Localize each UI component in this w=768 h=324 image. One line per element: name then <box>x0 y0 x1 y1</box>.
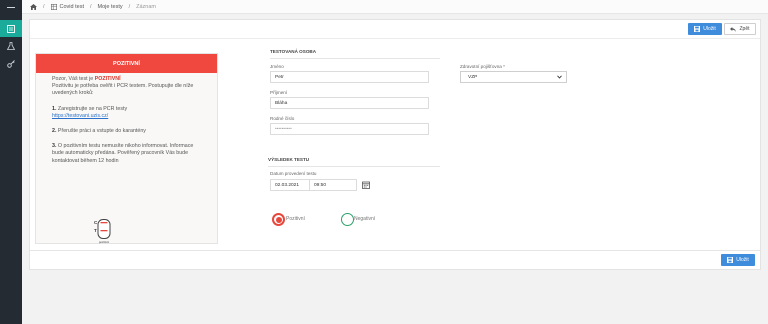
footer-divider <box>30 250 760 251</box>
save-button-top[interactable]: Uložit <box>688 23 722 35</box>
step-number: 2. <box>52 128 57 135</box>
breadcrumb-separator: / <box>43 3 45 10</box>
negative-radio[interactable] <box>341 213 354 226</box>
save-label: Uložit <box>703 26 716 32</box>
breadcrumb-item-covid-test[interactable]: Covid test <box>50 3 84 10</box>
chevron-down-icon <box>557 75 562 79</box>
pcr-registration-link[interactable]: https://testovani.uzis.cz/ <box>52 113 108 119</box>
insurance-label: Zdravotní pojišťovna * <box>460 64 505 69</box>
sidebar-item-tests[interactable] <box>0 37 22 54</box>
last-name-field[interactable]: Bláha <box>270 97 429 109</box>
insurance-value: VZP <box>468 74 478 80</box>
test-time-field[interactable]: 09:50 <box>309 179 357 191</box>
key-icon <box>7 59 15 68</box>
record-panel: Uložit Zpět POZITIVNÍ Pozor, Váš test je… <box>29 19 761 270</box>
minus-icon <box>7 7 15 8</box>
positive-result-info: POZITIVNÍ Pozor, Váš test je POZITIVNÍ P… <box>35 53 218 244</box>
test-date-field[interactable]: 02.03.2021 <box>270 179 310 191</box>
sidebar-item-settings[interactable] <box>0 55 22 72</box>
save-label: Uložit <box>736 257 749 263</box>
section-title-person: TESTOVANÁ OSOBA <box>270 49 317 54</box>
step-text: Zaregistrujte se na PCR testy <box>57 105 128 112</box>
info-step-1: 1. Zaregistrujte se na PCR testy https:/… <box>52 106 217 120</box>
birth-number-field[interactable]: •••••••••• <box>270 123 429 135</box>
flask-icon <box>7 41 15 50</box>
breadcrumb-item-current: Záznam <box>136 3 157 10</box>
floppy-icon <box>694 26 701 32</box>
test-date-label: Datum provedení testu <box>270 171 317 176</box>
step-number: 1. <box>52 105 57 112</box>
floppy-icon <box>727 257 734 263</box>
info-header: POZITIVNÍ <box>36 54 217 73</box>
menu-toggle[interactable] <box>0 0 22 15</box>
info-intro-strong: POZITIVNÍ <box>94 76 121 82</box>
illustration-caption: pozitivní <box>99 240 109 244</box>
breadcrumb-separator: / <box>128 3 131 10</box>
back-arrow-icon <box>730 26 737 32</box>
calendar-icon[interactable] <box>362 181 370 189</box>
first-name-label: Jméno <box>270 64 284 69</box>
control-line-label: C <box>94 220 98 225</box>
test-line-label: T <box>94 228 97 233</box>
step-number: 3. <box>52 143 57 150</box>
negative-label: Negativní <box>354 216 376 222</box>
breadcrumb-separator: / <box>90 3 92 10</box>
divider <box>268 166 440 167</box>
info-step-3: 3. O pozitivním testu nemusíte nikoho in… <box>52 143 202 165</box>
divider <box>270 58 440 59</box>
save-button-bottom[interactable]: Uložit <box>721 254 755 266</box>
top-toolbar: Uložit Zpět <box>30 20 760 39</box>
info-intro-prefix: Pozor, Váš test je <box>52 76 95 82</box>
table-icon <box>50 3 57 10</box>
test-cassette-illustration: C T pozitivní <box>94 219 111 244</box>
positive-label: Pozitivní <box>286 216 305 222</box>
back-label: Zpět <box>739 26 750 32</box>
step-text: Přerušte práci a vstupte do karantény <box>57 128 146 135</box>
section-title-result: VÝSLEDEK TESTU <box>268 157 310 162</box>
step-text: O pozitivním testu nemusíte nikoho infor… <box>52 143 194 164</box>
info-body: Pozor, Váš test je POZITIVNÍ Pozitivitu … <box>36 73 217 165</box>
breadcrumb-item-my-tests[interactable]: Moje testy <box>98 4 123 10</box>
breadcrumb: / Covid test / Moje testy / Záznam <box>22 0 768 14</box>
first-name-field[interactable]: Petr <box>270 71 429 83</box>
insurance-select[interactable]: VZP <box>460 71 567 83</box>
info-intro: Pozor, Váš test je POZITIVNÍ Pozitivitu … <box>52 76 217 98</box>
list-icon <box>7 24 15 33</box>
positive-radio[interactable] <box>272 213 285 226</box>
info-intro-rest: Pozitivitu je potřeba ověřit i PCR teste… <box>52 83 194 97</box>
radio-dot <box>275 216 282 223</box>
birth-number-label: Rodné číslo <box>270 116 295 121</box>
sidebar-item-records[interactable] <box>0 20 22 37</box>
breadcrumb-label: Covid test <box>59 3 84 10</box>
sidebar <box>0 0 22 324</box>
back-button[interactable]: Zpět <box>724 23 756 35</box>
last-name-label: Příjmení <box>270 90 288 95</box>
info-step-2: 2. Přerušte práci a vstupte do karantény <box>52 128 217 135</box>
home-icon[interactable] <box>30 3 37 10</box>
